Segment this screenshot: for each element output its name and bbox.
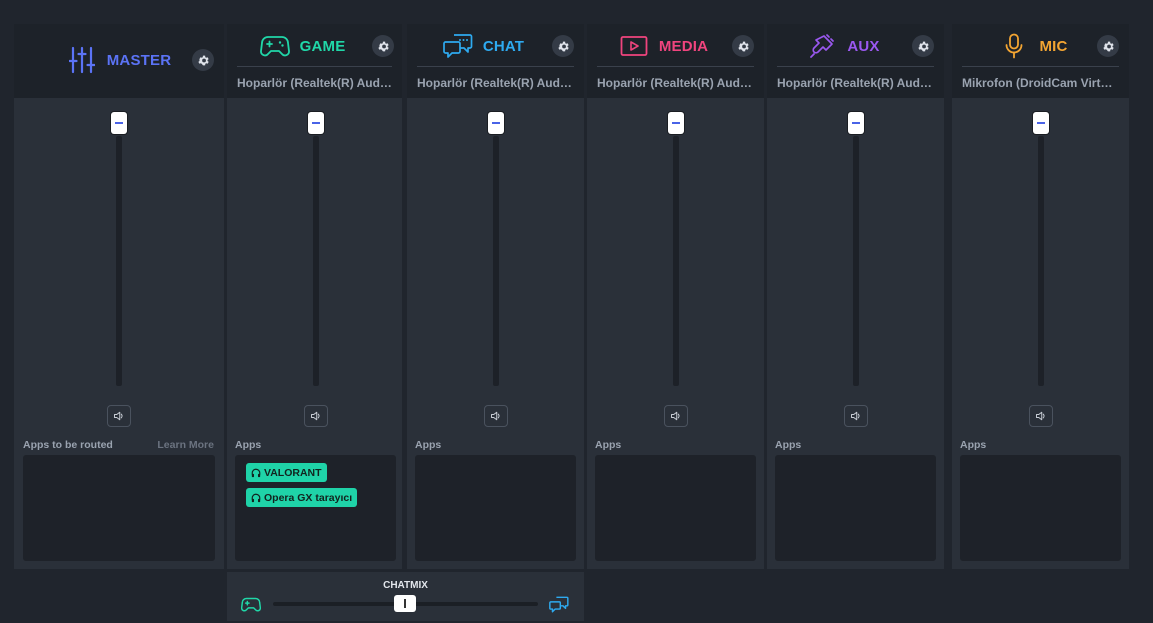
gamepad-icon (259, 33, 290, 59)
channel-mic: MIC Mikrofon (DroidCam Virtual Audio) 10… (952, 24, 1129, 569)
mic-settings-button[interactable] (1097, 35, 1119, 57)
volume-slider-knob[interactable] (488, 112, 504, 134)
channel-header: MASTER (14, 24, 224, 98)
volume-track[interactable] (673, 136, 679, 386)
apps-dropzone[interactable] (960, 455, 1121, 561)
header-divider (962, 66, 1119, 67)
channel-name: GAME (299, 37, 346, 55)
channel-title: MEDIA (583, 32, 744, 60)
channel-title: AUX (763, 32, 924, 60)
volume-slider-knob[interactable] (308, 112, 324, 134)
channel-header: AUX Hoparlör (Realtek(R) Audio) 100% (767, 24, 944, 98)
apps-dropzone[interactable] (23, 455, 215, 561)
gear-icon (557, 41, 569, 51)
gear-icon (1102, 41, 1114, 51)
speaker-icon (851, 411, 860, 421)
media-play-icon (619, 33, 649, 59)
chat-bubbles-icon (548, 594, 570, 614)
channel-name: CHAT (482, 37, 525, 55)
apps-label: Apps to be routed (23, 439, 113, 451)
chatmix-label: CHATMIX (383, 580, 428, 591)
apps-label: Apps (960, 439, 987, 451)
volume-slider-knob[interactable] (668, 112, 684, 134)
header-divider (777, 66, 934, 67)
apps-label: Apps (595, 439, 622, 451)
channel-header: GAME Hoparlör (Realtek(R) Audio) 100% (227, 24, 402, 98)
learn-more-link[interactable]: Learn More (157, 439, 214, 451)
channel-name: MIC (1039, 37, 1068, 55)
channel-aux: AUX Hoparlör (Realtek(R) Audio) 100% App… (767, 24, 944, 569)
apps-label: Apps (415, 439, 442, 451)
speaker-icon (311, 411, 320, 421)
apps-dropzone[interactable] (595, 455, 756, 561)
speaker-icon (114, 411, 123, 421)
output-device-select[interactable]: Hoparlör (Realtek(R) Audio) 100% (417, 76, 574, 90)
channel-chat: CHAT Hoparlör (Realtek(R) Audio) 100% Ap… (407, 24, 584, 569)
mute-button[interactable] (107, 405, 131, 427)
sliders-icon (67, 46, 97, 74)
volume-slider-knob[interactable] (111, 112, 127, 134)
app-chip-label: VALORANT (264, 466, 322, 479)
volume-track[interactable] (313, 136, 319, 386)
chatmix-slider-knob[interactable] (394, 595, 416, 612)
gear-icon (197, 55, 209, 65)
app-chip-valorant[interactable]: VALORANT (246, 463, 327, 482)
header-divider (597, 66, 754, 67)
apps-dropzone[interactable]: VALORANT Opera GX tarayıcı (235, 455, 396, 561)
channel-media: MEDIA Hoparlör (Realtek(R) Audio) 100% A… (587, 24, 764, 569)
chat-settings-button[interactable] (552, 35, 574, 57)
mute-button[interactable] (1029, 405, 1053, 427)
game-settings-button[interactable] (372, 35, 394, 57)
mute-button[interactable] (304, 405, 328, 427)
app-chip-label: Opera GX tarayıcı (264, 491, 353, 504)
gamepad-icon (240, 594, 262, 614)
aux-cable-icon (807, 33, 837, 59)
media-settings-button[interactable] (732, 35, 754, 57)
output-device-select[interactable]: Hoparlör (Realtek(R) Audio) 100% (777, 76, 934, 90)
speaker-icon (1036, 411, 1045, 421)
channel-name: MASTER (106, 51, 172, 69)
channel-title: CHAT (403, 32, 564, 60)
volume-track[interactable] (853, 136, 859, 386)
speaker-icon (671, 411, 680, 421)
channel-name: MEDIA (658, 37, 709, 55)
aux-settings-button[interactable] (912, 35, 934, 57)
apps-dropzone[interactable] (415, 455, 576, 561)
output-device-select[interactable]: Hoparlör (Realtek(R) Audio) 100% (597, 76, 754, 90)
headphones-icon (251, 468, 261, 477)
channel-header: MIC Mikrofon (DroidCam Virtual Audio) 10… (952, 24, 1129, 98)
apps-dropzone[interactable] (775, 455, 936, 561)
apps-label: Apps (235, 439, 262, 451)
mute-button[interactable] (664, 405, 688, 427)
gear-icon (377, 41, 389, 51)
microphone-icon (999, 33, 1029, 59)
mute-button[interactable] (484, 405, 508, 427)
channel-title: MIC (952, 32, 1115, 60)
speaker-icon (491, 411, 500, 421)
header-divider (417, 66, 574, 67)
chatmix-panel: CHATMIX (227, 572, 584, 621)
headphones-icon (251, 493, 261, 502)
channel-title: GAME (223, 32, 382, 60)
gear-icon (737, 41, 749, 51)
chat-bubbles-icon (442, 33, 473, 59)
mute-button[interactable] (844, 405, 868, 427)
channel-header: MEDIA Hoparlör (Realtek(R) Audio) 100% (587, 24, 764, 98)
channel-header: CHAT Hoparlör (Realtek(R) Audio) 100% (407, 24, 584, 98)
input-device-select[interactable]: Mikrofon (DroidCam Virtual Audio) 100% (962, 76, 1119, 90)
volume-slider-knob[interactable] (848, 112, 864, 134)
output-device-select[interactable]: Hoparlör (Realtek(R) Audio) 100% (237, 76, 392, 90)
volume-slider-knob[interactable] (1033, 112, 1049, 134)
header-divider (237, 66, 392, 67)
volume-track[interactable] (116, 136, 122, 386)
gear-icon (917, 41, 929, 51)
channel-game: GAME Hoparlör (Realtek(R) Audio) 100% Ap… (227, 24, 402, 569)
channel-master: MASTER Apps to be routed Learn More (14, 24, 224, 569)
volume-track[interactable] (1038, 136, 1044, 386)
channel-name: AUX (847, 37, 880, 55)
volume-track[interactable] (493, 136, 499, 386)
app-chip-opera-gx[interactable]: Opera GX tarayıcı (246, 488, 358, 507)
apps-label: Apps (775, 439, 802, 451)
master-settings-button[interactable] (192, 49, 214, 71)
